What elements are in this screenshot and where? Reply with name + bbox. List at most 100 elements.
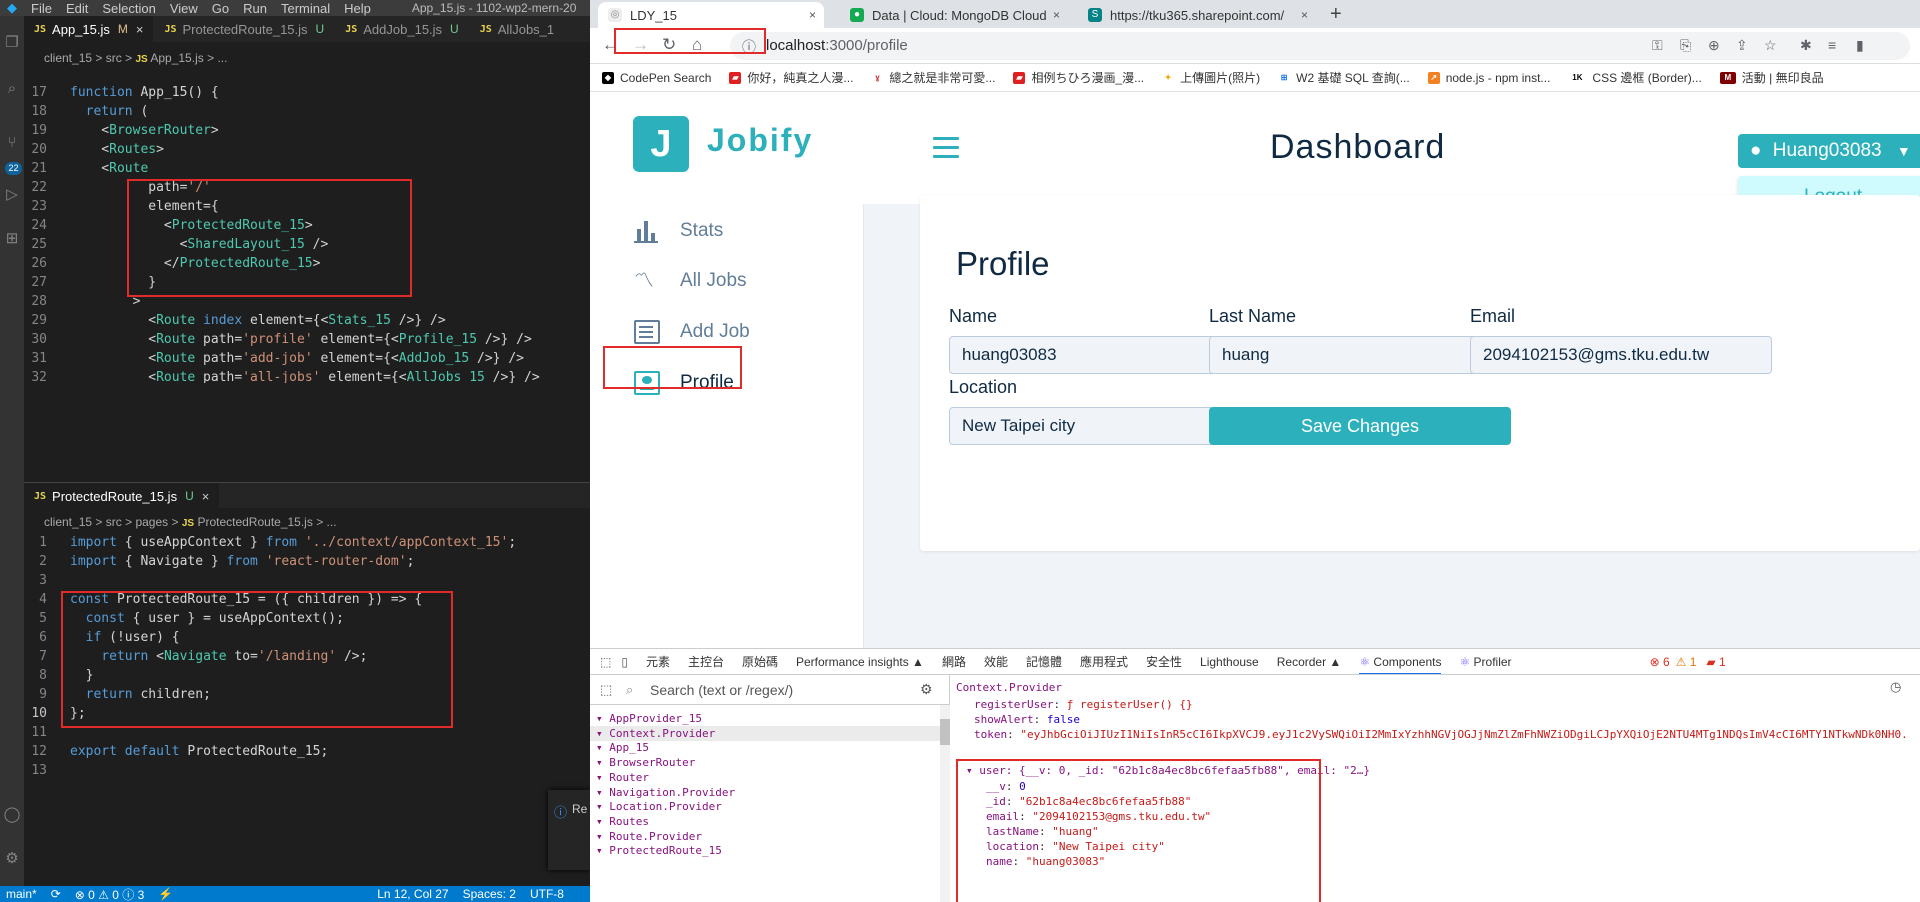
breadcrumb-item[interactable]: ProtectedRoute_15.js (197, 515, 312, 529)
devtools-tab-performance[interactable]: 效能 (984, 653, 1008, 670)
devtools-tab-profiler[interactable]: ⚛ Profiler (1459, 655, 1511, 669)
search-icon[interactable]: ⌕ (3, 80, 21, 98)
forward-icon[interactable]: → (632, 35, 649, 55)
code-line[interactable]: 23 element={ (24, 197, 590, 216)
inspect-icon[interactable]: ⬚ (600, 655, 611, 669)
code-line[interactable]: 7 return <Navigate to='/landing' />; (24, 647, 590, 666)
component-tree-node[interactable]: ▾ ProtectedRoute_15 (596, 843, 722, 858)
timer-icon[interactable]: ◷ (1890, 679, 1901, 695)
devtools-tab-lighthouse[interactable]: Lighthouse (1200, 655, 1259, 669)
code-line[interactable]: 22 path='/' (24, 178, 590, 197)
devtools-tab-application[interactable]: 應用程式 (1080, 653, 1128, 670)
select-element-icon[interactable]: ⬚ (600, 682, 612, 698)
extensions-icon[interactable]: ⊞ (3, 230, 21, 248)
component-tree-node[interactable]: ▾ BrowserRouter (596, 755, 695, 770)
code-editor-top[interactable]: 17 function App_15() {18 return (19 <Brow… (24, 83, 590, 383)
user-field-row[interactable]: name: "huang03083" (986, 854, 1105, 869)
user-field-row[interactable]: _id: "62b1c8a4ec8bc6fefaa5fb88" (986, 794, 1191, 809)
code-line[interactable]: 24 <ProtectedRoute_15> (24, 216, 590, 235)
devtools-tab-performance-insights[interactable]: Performance insights ▲ (796, 655, 924, 669)
browser-tab-mongodb[interactable]: ● Data | Cloud: MongoDB Cloud × (840, 2, 1068, 28)
bookmark-item[interactable]: ✦ 上傳圖片(照片) (1162, 69, 1260, 86)
breadcrumb-item[interactable]: src (106, 51, 122, 65)
sidebar-item-profile[interactable]: Profile (634, 368, 734, 398)
menu-edit[interactable]: Edit (59, 1, 95, 16)
component-tree-node[interactable]: ▾ Router (596, 770, 649, 785)
menu-selection[interactable]: Selection (95, 1, 162, 16)
lightning-icon[interactable]: ⚡ (158, 887, 173, 901)
menu-terminal[interactable]: Terminal (274, 1, 337, 16)
tab-app15[interactable]: JS App_15.js M × (24, 16, 155, 42)
location-input[interactable]: New Taipei city (949, 407, 1251, 445)
new-tab-button[interactable]: + (1330, 3, 1342, 26)
code-line[interactable]: 4 const ProtectedRoute_15 = ({ children }… (24, 590, 590, 609)
code-line[interactable]: 8 } (24, 666, 590, 685)
code-line[interactable]: 10}; (24, 704, 590, 723)
bookmark-item[interactable]: M 活動 | 無印良品 (1719, 69, 1824, 86)
cursor-position[interactable]: Ln 12, Col 27 (377, 887, 448, 901)
component-tree-node[interactable]: ▾ App_15 (596, 740, 649, 755)
sidebar-item-add-job[interactable]: Add Job (634, 317, 750, 347)
extensions-icon[interactable]: ✱ (1800, 37, 1812, 54)
url-text[interactable]: localhost:3000/profile (766, 32, 908, 60)
code-line[interactable]: 9 return children; (24, 685, 590, 704)
code-line[interactable]: 26 </ProtectedRoute_15> (24, 254, 590, 273)
issue-count[interactable]: ▰ 1 (1706, 655, 1725, 669)
code-line[interactable]: 5 const { user } = useAppContext(); (24, 609, 590, 628)
code-line[interactable]: 18 return ( (24, 102, 590, 121)
devtools-tab-elements[interactable]: 元素 (646, 653, 670, 670)
tab-alljobs15[interactable]: JS AllJobs_1 (470, 16, 566, 42)
code-line[interactable]: 19 <BrowserRouter> (24, 121, 590, 140)
user-field-row[interactable]: lastName: "huang" (986, 824, 1099, 839)
browser-tab-sharepoint[interactable]: S https://tku365.sharepoint.com/ × (1078, 2, 1316, 28)
component-tree-node[interactable]: ▾ Navigation.Provider (596, 785, 735, 800)
component-tree-node[interactable]: ▾ Routes (596, 814, 649, 829)
devtools-tab-sources[interactable]: 原始碼 (742, 653, 778, 670)
devtools-tab-network[interactable]: 網路 (942, 653, 966, 670)
user-menu-button[interactable]: ● Huang03083 ▼ (1738, 134, 1920, 168)
info-icon[interactable]: ⓘ (742, 37, 756, 57)
code-line[interactable]: 21 <Route (24, 159, 590, 178)
scrollbar[interactable] (940, 705, 950, 902)
explorer-icon[interactable]: ❐ (3, 34, 21, 52)
star-icon[interactable]: ☆ (1764, 37, 1777, 54)
code-line[interactable]: 27 } (24, 273, 590, 292)
component-tree-node[interactable]: ▾ Location.Provider (596, 799, 722, 814)
close-icon[interactable]: × (1053, 8, 1060, 22)
code-line[interactable]: 11 (24, 723, 590, 742)
component-tree-node[interactable]: ▾ AppProvider_15 (596, 711, 702, 726)
prop-row[interactable]: token: "eyJhbGciOiJIUzI1NiIsInR5cCI6IkpX… (974, 727, 1908, 742)
code-line[interactable]: 2 import { Navigate } from 'react-router-… (24, 552, 590, 571)
last-name-input[interactable]: huang (1209, 336, 1511, 374)
breadcrumb-item[interactable]: client_15 (44, 51, 92, 65)
sidepanel-icon[interactable]: ▮ (1856, 37, 1864, 54)
bookmark-item[interactable]: ↗ node.js - npm inst... (1427, 71, 1550, 85)
code-line[interactable]: 13 (24, 761, 590, 780)
devtools-tab-console[interactable]: 主控台 (688, 653, 724, 670)
bookmark-item[interactable]: ▰ 你好，純真之人漫... (729, 69, 853, 86)
run-debug-icon[interactable]: ▷ (3, 186, 21, 204)
prop-row[interactable]: registerUser: ƒ registerUser() {} (974, 697, 1193, 712)
sidebar-item-all-jobs[interactable]: 〽 All Jobs (634, 266, 747, 296)
bookmark-item[interactable]: ▰ 相例ちひろ漫画_漫... (1013, 69, 1144, 86)
code-line[interactable]: 12 export default ProtectedRoute_15; (24, 742, 590, 761)
device-toggle-icon[interactable]: ▯ (621, 655, 628, 669)
gear-icon[interactable]: ⚙ (920, 681, 933, 698)
error-count[interactable]: ⊗ 6 (1650, 655, 1670, 669)
home-icon[interactable]: ⌂ (692, 35, 702, 55)
user-field-row[interactable]: location: "New Taipei city" (986, 839, 1165, 854)
translate-icon[interactable]: ⎘ (1680, 37, 1691, 54)
code-line[interactable]: 28 > (24, 292, 590, 311)
code-line[interactable]: 25 <SharedLayout_15 /> (24, 235, 590, 254)
code-line[interactable]: 29 <Route index element={<Stats_15 />} /… (24, 311, 590, 330)
browser-tab-ldy15[interactable]: ◎ LDY_15 × (598, 2, 824, 28)
sync-icon[interactable]: ⟳ (51, 887, 61, 901)
menu-run[interactable]: Run (236, 1, 274, 16)
code-line[interactable]: 30 <Route path='profile' element={<Profi… (24, 330, 590, 349)
tab-protectedroute15[interactable]: JS ProtectedRoute_15.js U (154, 16, 336, 42)
menu-help[interactable]: Help (337, 1, 378, 16)
code-line[interactable]: 31 <Route path='add-job' element={<AddJo… (24, 349, 590, 368)
source-control-icon[interactable]: ⑂ (3, 134, 21, 152)
key-icon[interactable]: ⚿ (1652, 37, 1663, 54)
address-bar[interactable]: ⓘ localhost:3000/profile ⚿ ⎘ ⊕ ⇪ ☆ ✱ ≡ ▮ (730, 32, 1910, 60)
